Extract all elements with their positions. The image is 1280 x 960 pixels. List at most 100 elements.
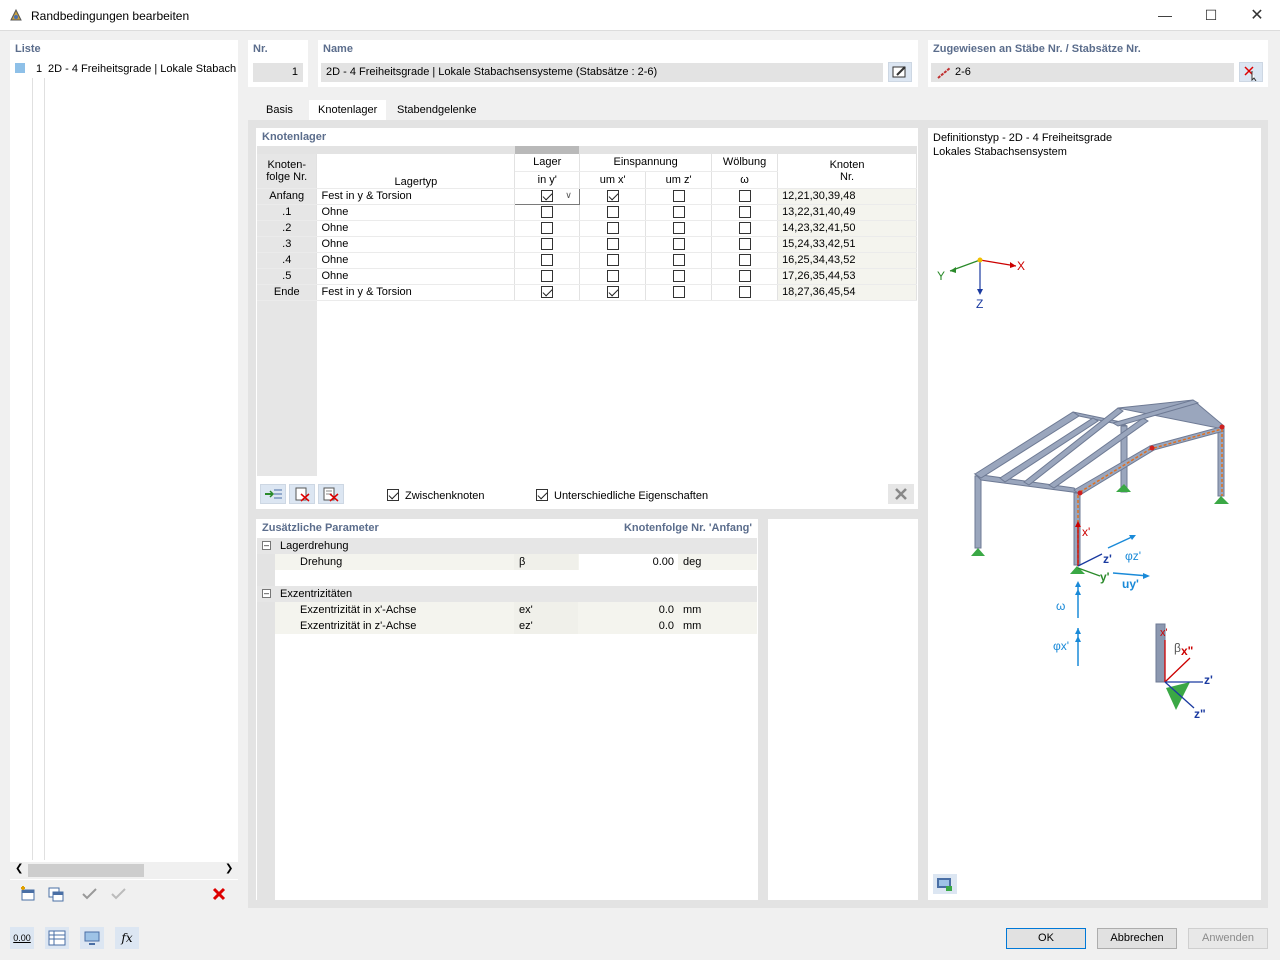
copy-item-button[interactable]	[43, 883, 69, 905]
group-lagerdrehung[interactable]: – Lagerdrehung	[257, 538, 757, 554]
row-lagertyp[interactable]: Fest in y & Torsion	[316, 188, 516, 205]
row-knoten[interactable]: 18,27,36,45,54	[777, 284, 917, 301]
maximize-button[interactable]: ☐	[1188, 0, 1234, 31]
lager-y-checkbox[interactable]	[541, 270, 554, 283]
um-x-checkbox[interactable]	[606, 254, 619, 267]
phi-x-label: φx'	[1053, 639, 1069, 653]
select-members-button[interactable]	[1239, 62, 1263, 82]
table-row[interactable]: Ende Fest in y & Torsion 18,27,36,45,54	[257, 284, 917, 301]
param-value[interactable]: 0.0	[579, 618, 678, 634]
row-knoten[interactable]: 15,24,33,42,51	[777, 236, 917, 253]
row-lagertyp[interactable]: Ohne	[316, 220, 516, 237]
row-knoten[interactable]: 14,23,32,41,50	[777, 220, 917, 237]
uncheck-button[interactable]	[106, 883, 132, 905]
woelbung-checkbox[interactable]	[738, 222, 751, 235]
param-value[interactable]: 0.00	[579, 554, 678, 570]
woelbung-checkbox[interactable]	[738, 254, 751, 267]
um-z-checkbox[interactable]	[672, 286, 685, 299]
row-knoten[interactable]: 12,21,30,39,48	[777, 188, 917, 205]
unterschiedliche-checkbox[interactable]	[536, 489, 548, 501]
delete-row-button[interactable]	[289, 484, 315, 504]
um-z-checkbox[interactable]	[672, 254, 685, 267]
lager-y-checkbox-cell	[514, 220, 581, 237]
row-lagertyp[interactable]: Ohne	[316, 204, 516, 221]
ok-button[interactable]: OK	[1006, 928, 1086, 949]
cancel-button[interactable]: Abbrechen	[1097, 928, 1177, 949]
woelbung-checkbox[interactable]	[738, 206, 751, 219]
woelbung-checkbox-cell	[711, 220, 779, 237]
table-row[interactable]: .3 Ohne 15,24,33,42,51	[257, 236, 917, 253]
woelbung-checkbox[interactable]	[738, 270, 751, 283]
param-value[interactable]: 0.0	[579, 602, 678, 618]
uncheck-all-icon	[111, 888, 126, 900]
check-button[interactable]	[77, 883, 103, 905]
lager-y-checkbox[interactable]	[541, 206, 554, 219]
assigned-field[interactable]: 2-6	[931, 63, 1234, 82]
insert-row-button[interactable]	[260, 484, 286, 504]
lager-y-checkbox[interactable]	[541, 238, 554, 251]
local-y-label: y'	[1100, 570, 1110, 584]
um-z-checkbox[interactable]	[672, 206, 685, 219]
table-row[interactable]: .1 Ohne 13,22,31,40,49	[257, 204, 917, 221]
col-um-z: um z'	[645, 171, 713, 189]
lager-y-checkbox[interactable]	[541, 286, 554, 299]
nr-field[interactable]: 1	[253, 63, 303, 82]
tab-basis[interactable]: Basis	[257, 100, 302, 120]
row-lagertyp[interactable]: Ohne	[316, 236, 516, 253]
woelbung-checkbox[interactable]	[738, 286, 751, 299]
edit-name-button[interactable]	[888, 62, 912, 82]
view-button[interactable]	[80, 927, 104, 949]
um-x-checkbox[interactable]	[606, 190, 619, 203]
row-lagertyp[interactable]: Ohne	[316, 252, 516, 269]
tab-knotenlager[interactable]: Knotenlager	[309, 100, 387, 120]
um-z-checkbox[interactable]	[672, 238, 685, 251]
list-hscrollbar[interactable]: ❮ ❯	[10, 862, 238, 879]
row-knoten[interactable]: 13,22,31,40,49	[777, 204, 917, 221]
um-z-checkbox[interactable]	[672, 222, 685, 235]
woelbung-checkbox[interactable]	[738, 190, 751, 203]
close-button[interactable]: ✕	[1234, 0, 1280, 31]
um-x-checkbox[interactable]	[606, 206, 619, 219]
formula-button[interactable]: fx	[115, 927, 139, 949]
delete-item-button[interactable]	[206, 883, 232, 905]
preview-options-button[interactable]	[933, 874, 957, 894]
table-row[interactable]: .4 Ohne 16,25,34,43,52	[257, 252, 917, 269]
apply-button[interactable]: Anwenden	[1188, 928, 1268, 949]
um-x-checkbox[interactable]	[606, 238, 619, 251]
scroll-thumb[interactable]	[28, 864, 144, 877]
clear-rows-button[interactable]	[318, 484, 344, 504]
table-row[interactable]: .5 Ohne 17,26,35,44,53	[257, 268, 917, 285]
um-x-checkbox[interactable]	[606, 286, 619, 299]
row-knoten[interactable]: 17,26,35,44,53	[777, 268, 917, 285]
zwischenknoten-checkbox[interactable]	[387, 489, 399, 501]
new-item-button[interactable]	[15, 883, 41, 905]
chevron-down-icon[interactable]: ∨	[565, 190, 572, 201]
row-lagertyp[interactable]: Fest in y & Torsion	[316, 284, 516, 301]
clear-table-button[interactable]	[888, 484, 914, 504]
param-row[interactable]: Exzentrizität in z'-Achse ez' 0.0 mm	[275, 618, 757, 634]
lager-y-checkbox[interactable]	[541, 190, 554, 203]
units-button[interactable]: 0.00	[10, 927, 34, 949]
name-field[interactable]: 2D - 4 Freiheitsgrade | Lokale Stabachse…	[321, 63, 883, 82]
table-row[interactable]: .2 Ohne 14,23,32,41,50	[257, 220, 917, 237]
group-exzentrizitaeten[interactable]: – Exzentrizitäten	[257, 586, 757, 602]
list-item[interactable]: 1 2D - 4 Freiheitsgrade | Lokale Stabach	[10, 60, 238, 78]
table-row[interactable]: Anfang Fest in y & Torsion ∨ 12,21,30,39,48	[257, 187, 917, 205]
um-x-checkbox[interactable]	[606, 270, 619, 283]
param-row[interactable]: Drehung β 0.00 deg	[275, 554, 757, 570]
um-z-checkbox[interactable]	[672, 270, 685, 283]
lager-y-checkbox[interactable]	[541, 254, 554, 267]
edit-icon	[892, 66, 906, 78]
um-z-checkbox[interactable]	[672, 190, 685, 203]
um-x-checkbox[interactable]	[606, 222, 619, 235]
woelbung-checkbox[interactable]	[738, 238, 751, 251]
collapse-icon[interactable]: –	[262, 589, 271, 598]
tab-stabendgelenke[interactable]: Stabendgelenke	[388, 100, 486, 120]
param-row[interactable]: Exzentrizität in x'-Achse ex' 0.0 mm	[275, 602, 757, 618]
table-button[interactable]	[45, 927, 69, 949]
lager-y-checkbox[interactable]	[541, 222, 554, 235]
row-knoten[interactable]: 16,25,34,43,52	[777, 252, 917, 269]
row-lagertyp[interactable]: Ohne	[316, 268, 516, 285]
collapse-icon[interactable]: –	[262, 541, 271, 550]
minimize-button[interactable]: —	[1142, 0, 1188, 31]
